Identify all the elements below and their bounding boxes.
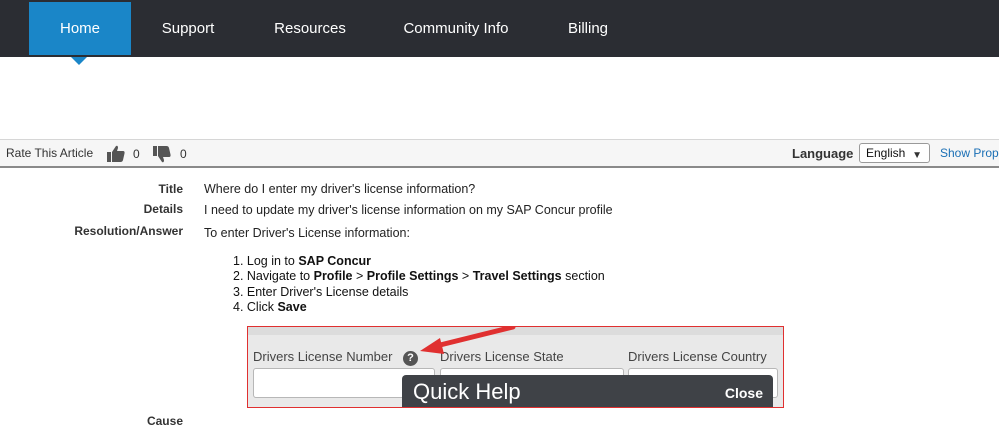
- resolution-intro: To enter Driver's License information:: [204, 226, 410, 240]
- cause-label: Cause: [146, 414, 183, 428]
- nav-support[interactable]: Support: [146, 2, 230, 55]
- nav-home[interactable]: Home: [29, 2, 131, 55]
- article-details: I need to update my driver's license inf…: [204, 203, 613, 217]
- language-label: Language: [792, 146, 854, 161]
- show-properties-link[interactable]: Show Prope: [940, 146, 999, 160]
- step-item: 4. Click Save: [233, 299, 307, 314]
- details-label: Details: [143, 202, 183, 216]
- red-arrow-icon: [420, 327, 516, 354]
- thumbs-down-count: 0: [180, 147, 187, 161]
- thumbs-up-icon[interactable]: [106, 144, 126, 164]
- top-navigation: Home Support Resources Community Info Bi…: [0, 0, 999, 57]
- resolution-label: Resolution/Answer: [74, 224, 183, 238]
- thumbs-down-icon[interactable]: [152, 144, 172, 164]
- thumbs-up-count: 0: [133, 147, 140, 161]
- step-item: 2. Navigate to Profile > Profile Setting…: [233, 269, 605, 284]
- language-selected-value: English: [866, 146, 906, 160]
- nav-community-info[interactable]: Community Info: [395, 2, 517, 55]
- article-toolbar: Rate This Article 0 0 Language English ▼…: [0, 139, 999, 168]
- title-label: Title: [158, 182, 183, 196]
- step-item: 1. Log in to SAP Concur: [233, 254, 372, 268]
- nav-resources[interactable]: Resources: [262, 2, 358, 55]
- chevron-down-icon: ▼: [912, 150, 922, 161]
- active-nav-indicator: [71, 57, 87, 65]
- article-title: Where do I enter my driver's license inf…: [204, 182, 476, 196]
- rate-article-label: Rate This Article: [6, 146, 94, 160]
- nav-billing[interactable]: Billing: [552, 2, 624, 55]
- embedded-screenshot: Drivers License Number ? Drivers License…: [247, 326, 784, 408]
- resolution-steps: 1. Log in to SAP Concur 2. Navigate to P…: [233, 254, 605, 315]
- language-select[interactable]: English ▼: [859, 143, 930, 163]
- step-item: 3. Enter Driver's License details: [233, 284, 409, 299]
